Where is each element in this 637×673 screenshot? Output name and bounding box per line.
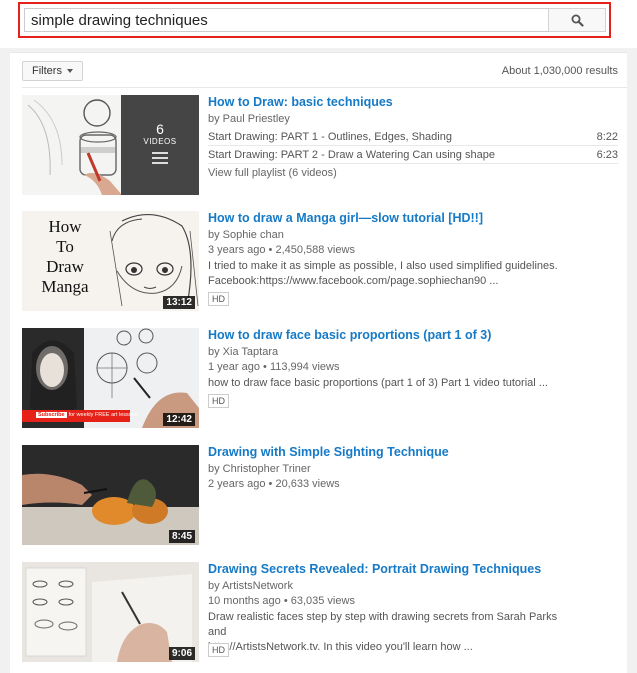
divider [22,87,627,88]
masthead [0,0,637,48]
video-description-line: Facebook:https://www.facebook.com/page.s… [208,275,499,287]
hd-badge: HD [208,643,229,657]
playlist-videos-label: VIDEOS [143,137,177,146]
video-description-line: I tried to make it as simple as possible… [208,260,558,272]
video-result: 8:45 Drawing with Simple Sighting Techni… [22,445,618,545]
search-input[interactable] [24,8,548,32]
playlist-count-overlay: 6 VIDEOS [121,95,199,195]
video-channel-link[interactable]: by Xia Taptara [208,346,278,358]
filters-label: Filters [32,65,62,77]
video-result: How To Draw Manga 13:12 How to draw a Ma… [22,211,618,311]
playlist-item-duration: 8:22 [596,130,618,143]
video-thumbnail[interactable]: How To Draw Manga 13:12 [22,211,199,311]
video-duration: 12:42 [163,413,195,426]
view-full-playlist-link[interactable]: View full playlist (6 videos) [208,167,337,179]
thumb-caption: How To Draw Manga [30,217,100,297]
thumb-caption-line: Draw [46,257,84,276]
video-title-link[interactable]: Drawing with Simple Sighting Technique [208,445,449,459]
video-description: Draw realistic faces step by step with d… [208,610,578,655]
video-duration: 13:12 [163,296,195,309]
playlist-icon [152,152,168,164]
video-result: Subscribe for weekly FREE art lessons 12:… [22,328,618,428]
playlist-item-1[interactable]: Start Drawing: PART 1 - Outlines, Edges,… [208,128,618,146]
video-title-link[interactable]: Drawing Secrets Revealed: Portrait Drawi… [208,562,541,576]
video-description-line: how to draw face basic proportions (part… [208,377,548,389]
video-meta: 2 years ago • 20,633 views [208,478,340,490]
playlist-item-2[interactable]: Start Drawing: PART 2 - Draw a Watering … [208,146,618,164]
subscribe-bar: Subscribe for weekly FREE art lessons [36,412,138,418]
video-meta: 3 years ago • 2,450,588 views [208,244,355,256]
video-channel-link[interactable]: by ArtistsNetwork [208,580,293,592]
video-channel-link[interactable]: by Christopher Triner [208,463,311,475]
search-icon [571,14,584,27]
thumb-caption-line: To [56,237,74,256]
video-duration: 8:45 [168,530,195,543]
playlist-result: 6 VIDEOS How to Draw: basic techniques b… [22,95,618,195]
video-description-line: http://ArtistsNetwork.tv. In this video … [208,641,473,653]
hd-badge: HD [208,394,229,408]
playlist-item-title: Start Drawing: PART 1 - Outlines, Edges,… [208,130,452,143]
search-button[interactable] [548,8,606,32]
subscribe-badge: Subscribe [36,412,67,418]
video-title-link[interactable]: How to draw face basic proportions (part… [208,328,491,342]
video-duration: 9:06 [168,647,195,660]
caret-down-icon [66,69,73,73]
subscribe-text: for weekly FREE art lessons [68,412,138,418]
video-thumbnail[interactable]: 8:45 [22,445,199,545]
video-result: 9:06 Drawing Secrets Revealed: Portrait … [22,562,618,662]
hd-badge: HD [208,292,229,306]
thumb-caption-line: How [48,217,82,236]
playlist-video-count: 6 [156,121,164,137]
video-description: how to draw face basic proportions (part… [208,376,578,391]
video-title-link[interactable]: How to draw a Manga girl—slow tutorial [… [208,211,483,225]
results-count: About 1,030,000 results [501,65,618,77]
video-meta: 1 year ago • 113,994 views [208,361,340,373]
playlist-title-link[interactable]: How to Draw: basic techniques [208,95,393,109]
video-meta: 10 months ago • 63,035 views [208,595,355,607]
playlist-item-duration: 6:23 [596,148,618,161]
video-description: I tried to make it as simple as possible… [208,259,578,289]
search-box [18,2,611,38]
video-thumbnail[interactable]: 9:06 [22,562,199,662]
video-channel-link[interactable]: by Sophie chan [208,229,284,241]
video-thumbnail[interactable]: Subscribe for weekly FREE art lessons 12:… [22,328,199,428]
thumb-caption-line: Manga [41,277,89,296]
playlist-channel-link[interactable]: by Paul Priestley [208,113,290,125]
results-panel: Filters About 1,030,000 results 6 VIDEOS [10,52,627,673]
video-description-line: Draw realistic faces step by step with d… [208,611,558,638]
playlist-item-title: Start Drawing: PART 2 - Draw a Watering … [208,148,495,161]
filters-button[interactable]: Filters [22,61,83,81]
playlist-thumbnail[interactable]: 6 VIDEOS [22,95,199,195]
